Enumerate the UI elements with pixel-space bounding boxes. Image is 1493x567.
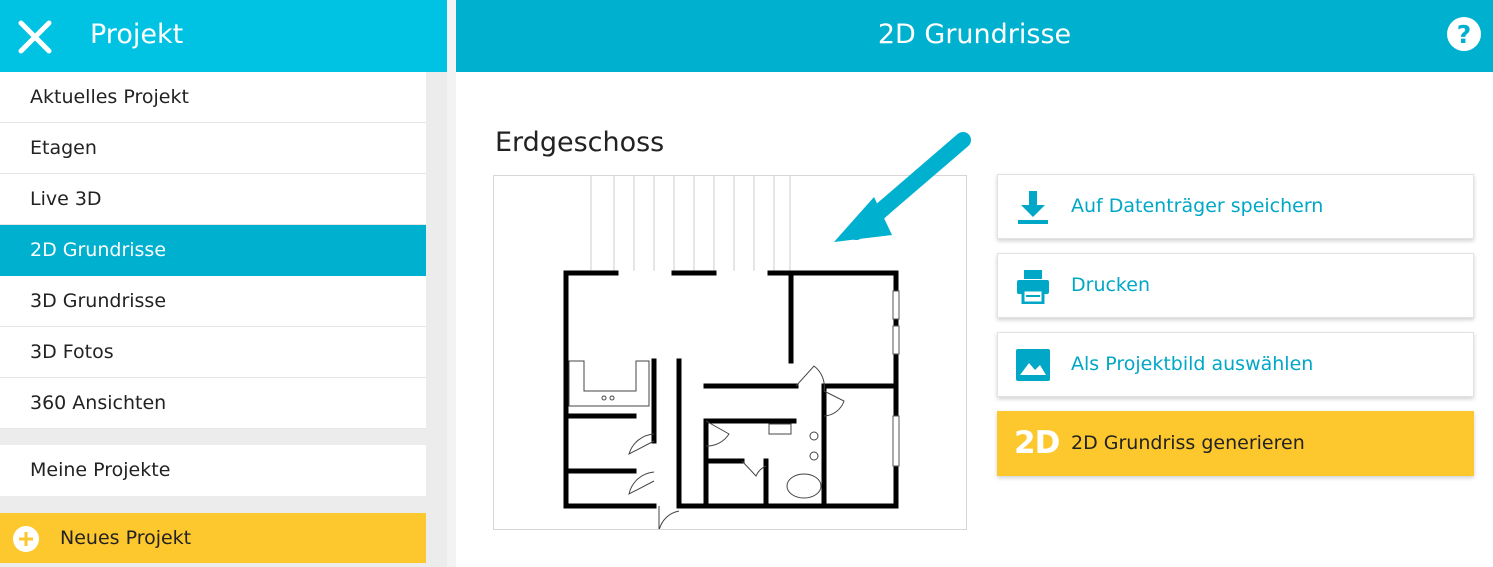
help-icon[interactable]: ? [1446,16,1482,52]
printer-icon [1017,270,1049,304]
set-project-image-button[interactable]: Als Projektbild auswählen [997,332,1474,397]
new-project-label: Neues Projekt [60,527,192,549]
image-icon [1016,349,1050,381]
print-button[interactable]: Drucken [997,253,1474,318]
main-content: Erdgeschoss Auf Datenträger speichern Dr… [456,72,1493,567]
generate-2d-plan-label: 2D Grundriss generieren [1071,432,1305,454]
print-label: Drucken [1071,274,1150,296]
set-project-image-label: Als Projektbild auswählen [1071,353,1314,375]
floor-title: Erdgeschoss [495,127,665,158]
sidebar: Projekt Aktuelles Projekt Etagen Live 3D… [0,0,447,567]
sidebar-item-3d-fotos[interactable]: 3D Fotos [0,327,426,378]
sidebar-item-live-3d[interactable]: Live 3D [0,174,426,225]
page-title: 2D Grundrisse [877,19,1072,50]
sidebar-item-360-ansichten[interactable]: 360 Ansichten [0,378,426,429]
sidebar-item-meine-projekte[interactable]: Meine Projekte [0,445,426,496]
download-icon [1018,191,1048,224]
sidebar-title: Projekt [90,19,184,50]
arrow-pointer-icon [834,132,971,242]
generate-2d-plan-button[interactable]: 2D 2D Grundriss generieren [997,411,1474,476]
sidebar-item-3d-grundrisse[interactable]: 3D Grundrisse [0,276,426,327]
save-to-disk-label: Auf Datenträger speichern [1071,195,1324,217]
2d-icon: 2D [1014,425,1060,461]
svg-text:?: ? [1457,20,1472,49]
action-list: Auf Datenträger speichern Drucken Als Pr… [997,174,1474,490]
main-header: 2D Grundrisse ? [456,0,1493,72]
new-project-button[interactable]: Neues Projekt [0,513,426,563]
sidebar-item-etagen[interactable]: Etagen [0,123,426,174]
sidebar-nav: Aktuelles Projekt Etagen Live 3D 2D Grun… [0,72,426,429]
plus-circle-icon [13,526,39,552]
sidebar-item-2d-grundrisse[interactable]: 2D Grundrisse [0,225,426,276]
sidebar-header: Projekt [0,0,447,72]
save-to-disk-button[interactable]: Auf Datenträger speichern [997,174,1474,239]
sidebar-item-aktuelles-projekt[interactable]: Aktuelles Projekt [0,72,426,123]
close-icon[interactable] [16,18,54,56]
